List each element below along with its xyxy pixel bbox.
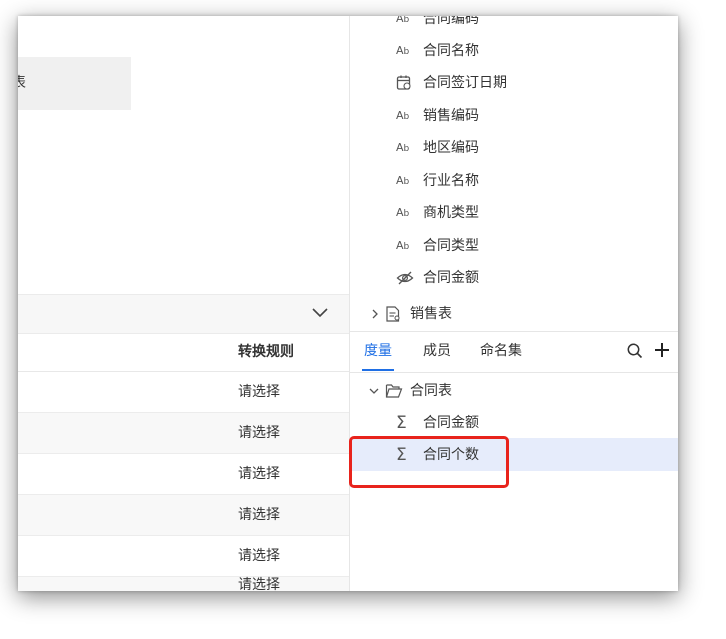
sigma-icon: Σ (396, 413, 407, 433)
text-type-icon: Ab (396, 174, 410, 187)
table-row: 请选择 (18, 372, 349, 413)
hidden-eye-icon[interactable] (396, 263, 414, 293)
column-header-conversion-rule: 转换规则 (238, 344, 294, 360)
folder-open-icon (385, 376, 403, 406)
highlight-annotation-box (349, 436, 509, 488)
active-tab-indicator (362, 369, 394, 371)
table-row: 请选择 (18, 536, 349, 577)
table-tab-label: 表 (18, 75, 26, 91)
field-label: 地区编码 (423, 140, 479, 156)
field-label: 合同名称 (423, 43, 479, 59)
rule-select[interactable]: 请选择 (238, 565, 280, 591)
text-type-icon: Ab (396, 239, 410, 252)
add-icon[interactable] (653, 341, 671, 359)
rule-select[interactable]: 请选择 (238, 413, 280, 453)
text-type-icon: Ab (396, 44, 410, 57)
right-pane: Ab 合同编码 Ab 合同名称 合同签订日期 Ab 销售编码 Ab 地区编码 A… (350, 16, 678, 591)
field-label: 商机类型 (423, 205, 479, 221)
measure-label: 合同金额 (423, 415, 479, 431)
search-icon[interactable] (626, 342, 644, 360)
table-row: 请选择 (18, 413, 349, 454)
tree-folder-label: 合同表 (410, 383, 452, 399)
field-label: 合同金额 (423, 270, 479, 286)
field-label: 行业名称 (423, 173, 479, 189)
app-window: 表 转换规则 请选择 请选择 请选择 请选择 请选择 请选择 Ab 合同编码 A… (18, 16, 678, 591)
tab-named-sets[interactable]: 命名集 (480, 332, 522, 370)
text-type-icon: Ab (396, 206, 410, 219)
text-type-icon: Ab (396, 109, 410, 122)
table-row: 请选择 (18, 495, 349, 536)
tab-measures[interactable]: 度量 (364, 332, 392, 370)
text-type-icon: Ab (396, 141, 410, 154)
chevron-right-icon[interactable] (370, 299, 382, 329)
rule-select[interactable]: 请选择 (238, 454, 280, 494)
field-label: 合同签订日期 (423, 75, 507, 91)
rule-select[interactable]: 请选择 (238, 495, 280, 535)
field-label: 销售编码 (423, 108, 479, 124)
table-file-icon (385, 299, 403, 329)
table-tab-chip[interactable]: 表 (18, 57, 131, 110)
chevron-down-icon[interactable] (310, 305, 330, 321)
table-node-label: 销售表 (410, 306, 452, 322)
tab-bar: 度量 成员 命名集 (350, 331, 678, 373)
table-row: 请选择 (18, 577, 349, 591)
tab-members[interactable]: 成员 (423, 332, 451, 370)
table-header: 转换规则 (18, 333, 349, 372)
left-pane: 表 转换规则 请选择 请选择 请选择 请选择 请选择 请选择 (18, 16, 350, 591)
chevron-down-icon[interactable] (368, 376, 380, 406)
field-label: 合同类型 (423, 238, 479, 254)
rule-select[interactable]: 请选择 (238, 372, 280, 412)
table-row: 请选择 (18, 454, 349, 495)
text-type-icon: Ab (396, 16, 410, 25)
collapse-panel-bar[interactable] (18, 294, 349, 334)
date-type-icon (396, 68, 414, 98)
field-label: 合同编码 (423, 16, 479, 27)
